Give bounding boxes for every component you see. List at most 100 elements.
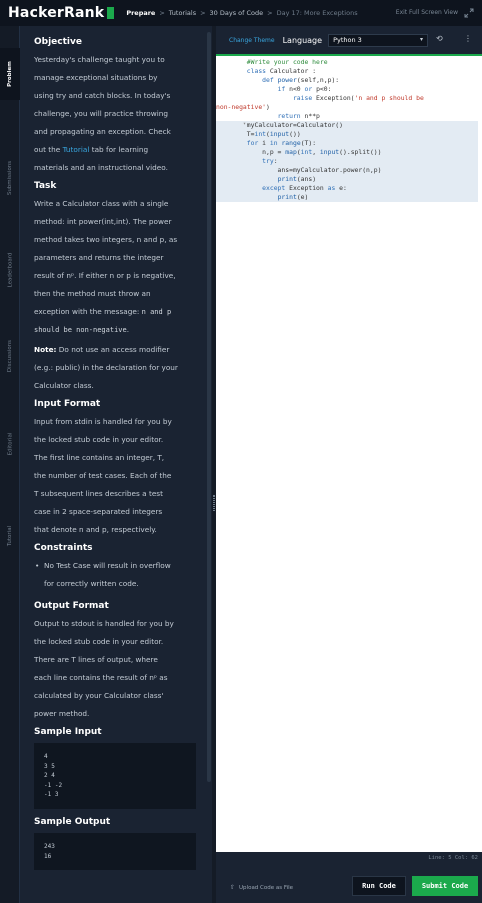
code-line: print(ans) (216, 175, 478, 184)
sample-input-block: 4 3 5 2 4 -1 -2 -1 3 (34, 743, 196, 809)
breadcrumb-prepare[interactable]: Prepare (126, 9, 155, 17)
code-line: raise Exception('n and p should be (292, 94, 424, 102)
objective-line: and propagating an exception. Check (34, 127, 171, 136)
code-area[interactable]: #Write your code here class Calculator :… (216, 56, 482, 866)
constraints-heading: Constraints (34, 543, 93, 553)
task-line: . (126, 325, 130, 334)
run-code-button[interactable]: Run Code (352, 876, 406, 896)
breadcrumb-separator-icon: > (159, 9, 165, 17)
note-text: Note: Do not use an access modifier (e.g… (34, 341, 206, 395)
tab-leaderboard[interactable]: Leaderboard (0, 244, 20, 296)
code-line: print(e) (216, 193, 478, 202)
tab-label: Problem (7, 61, 13, 87)
objective-line: Yesterday's challenge taught you to (34, 55, 165, 64)
problem-scrollbar[interactable] (207, 32, 211, 782)
problem-statement: Objective Yesterday's challenge taught y… (20, 26, 206, 903)
constraint-line: for correctly written code. (44, 579, 139, 588)
fold-arrow-icon[interactable]: ▾ (243, 121, 246, 127)
output-line: calculated by your Calculator class' (34, 691, 164, 700)
input-line: the locked stub code in your editor. (34, 435, 164, 444)
change-theme-link[interactable]: Change Theme (229, 37, 275, 44)
task-line: result of nᵖ. If either n or p is negati… (34, 271, 176, 280)
splitter-grip-icon[interactable] (213, 495, 215, 511)
tutorial-link[interactable]: Tutorial (63, 145, 90, 154)
code-line: myCalculator=Calculator() (216, 121, 478, 130)
task-line: method: int power(int,int). The power (34, 217, 172, 226)
breadcrumb-separator-icon: > (267, 9, 273, 17)
exit-full-screen-link[interactable]: Exit Full Screen View (396, 9, 458, 16)
breadcrumb-tutorials[interactable]: Tutorials (169, 9, 196, 17)
tab-editorial[interactable]: Editorial (0, 418, 20, 470)
output-format-text: Output to stdout is handled for you by t… (34, 615, 206, 723)
tab-discussions[interactable]: Discussions (0, 330, 20, 382)
code-line: try: (216, 157, 478, 166)
input-line: Input from stdin is handled for you by (34, 417, 172, 426)
sample-output-block: 243 16 (34, 832, 196, 871)
code-line: non-negative') (216, 103, 270, 111)
constraint-item: No Test Case will result in overflow for… (34, 557, 206, 593)
tab-submissions[interactable]: Submissions (0, 152, 20, 204)
output-line: the locked stub code in your editor. (34, 637, 164, 646)
task-text: Write a Calculator class with a single m… (34, 195, 206, 339)
output-line: There are T lines of output, where (34, 655, 158, 664)
logo-mark-icon (107, 7, 115, 19)
code-line: if n<0 or p<0: (277, 85, 332, 93)
fullscreen-toggle-icon[interactable] (464, 8, 474, 18)
chevron-down-icon: ▾ (420, 35, 424, 43)
cursor-position: Line: 5 Col: 62 (428, 855, 478, 861)
tab-problem[interactable]: Problem (0, 48, 20, 100)
objective-line: out the (34, 145, 63, 154)
tab-label: Discussions (7, 339, 13, 373)
error-message-code: n and p (141, 308, 172, 316)
language-select[interactable]: Python 3 ▾ (328, 33, 429, 47)
tab-label: Submissions (7, 160, 13, 196)
objective-text: Yesterday's challenge taught you to mana… (34, 51, 206, 177)
editor-action-bar: ⇧ Upload Code as File Run Code Submit Co… (216, 866, 482, 903)
code-line: T=int(input()) (216, 130, 478, 139)
task-line: exception with the message: (34, 307, 142, 316)
output-line: Output to stdout is handled for you by (34, 619, 174, 628)
note-line: Calculator class. (34, 381, 94, 390)
input-format-heading: Input Format (34, 399, 101, 409)
task-line: Write a Calculator class with a single (34, 199, 169, 208)
language-value: Python 3 (333, 36, 362, 44)
objective-line: challenge, you will practice throwing (34, 109, 168, 118)
tab-label: Editorial (7, 432, 13, 456)
brand-name: HackerRank (8, 5, 105, 21)
more-options-icon[interactable]: ⋮ (464, 34, 472, 43)
note-line: (e.g.: public) in the declaration for yo… (34, 363, 178, 372)
tab-label: Leaderboard (7, 252, 13, 288)
output-format-heading: Output Format (34, 601, 109, 611)
objective-line: using try and catch blocks. In today's (34, 91, 171, 100)
tab-tutorial[interactable]: Tutorial (0, 510, 20, 562)
input-line: the number of test cases. Each of the (34, 471, 172, 480)
upload-label: Upload Code as File (239, 884, 294, 891)
code-line: except Exception as e: (216, 184, 478, 193)
breadcrumb-current: Day 17: More Exceptions (276, 9, 358, 17)
output-line: power method. (34, 709, 90, 718)
code-line: ans=myCalculator.power(n,p) (216, 166, 478, 175)
upload-code-button[interactable]: ⇧ Upload Code as File (230, 884, 293, 891)
restore-code-icon[interactable]: ⟲ (436, 34, 443, 43)
breadcrumb-separator-icon: > (200, 9, 206, 17)
input-line: case in 2 space-separated integers (34, 507, 163, 516)
code-line: class Calculator : (246, 67, 317, 75)
task-line: then the method must throw an (34, 289, 151, 298)
error-message-code: should be non-negative (34, 326, 127, 334)
objective-line: tab for learning (89, 145, 149, 154)
upload-icon: ⇧ (230, 884, 236, 891)
editor-toolbar: Change Theme Language Python 3 ▾ ⟲ ⋮ (216, 26, 482, 54)
hackerrank-logo[interactable]: HackerRank (8, 5, 115, 21)
editor-status-bar: Line: 5 Col: 62 (216, 852, 482, 866)
code-line: #Write your code here (216, 58, 328, 66)
note-line: Do not use an access modifier (56, 345, 170, 354)
breadcrumb-30-days[interactable]: 30 Days of Code (210, 9, 264, 17)
input-format-text: Input from stdin is handled for you by t… (34, 413, 206, 539)
output-line: each line contains the result of nᵖ as (34, 673, 168, 682)
submit-code-button[interactable]: Submit Code (412, 876, 478, 896)
code-line: n,p = map(int, input().split()) (216, 148, 478, 157)
code-line: return n**p (277, 112, 320, 120)
code-line: for i in range(T): (216, 139, 478, 148)
sample-input-heading: Sample Input (34, 727, 102, 737)
input-line: The first line contains an integer, T, (34, 453, 165, 462)
